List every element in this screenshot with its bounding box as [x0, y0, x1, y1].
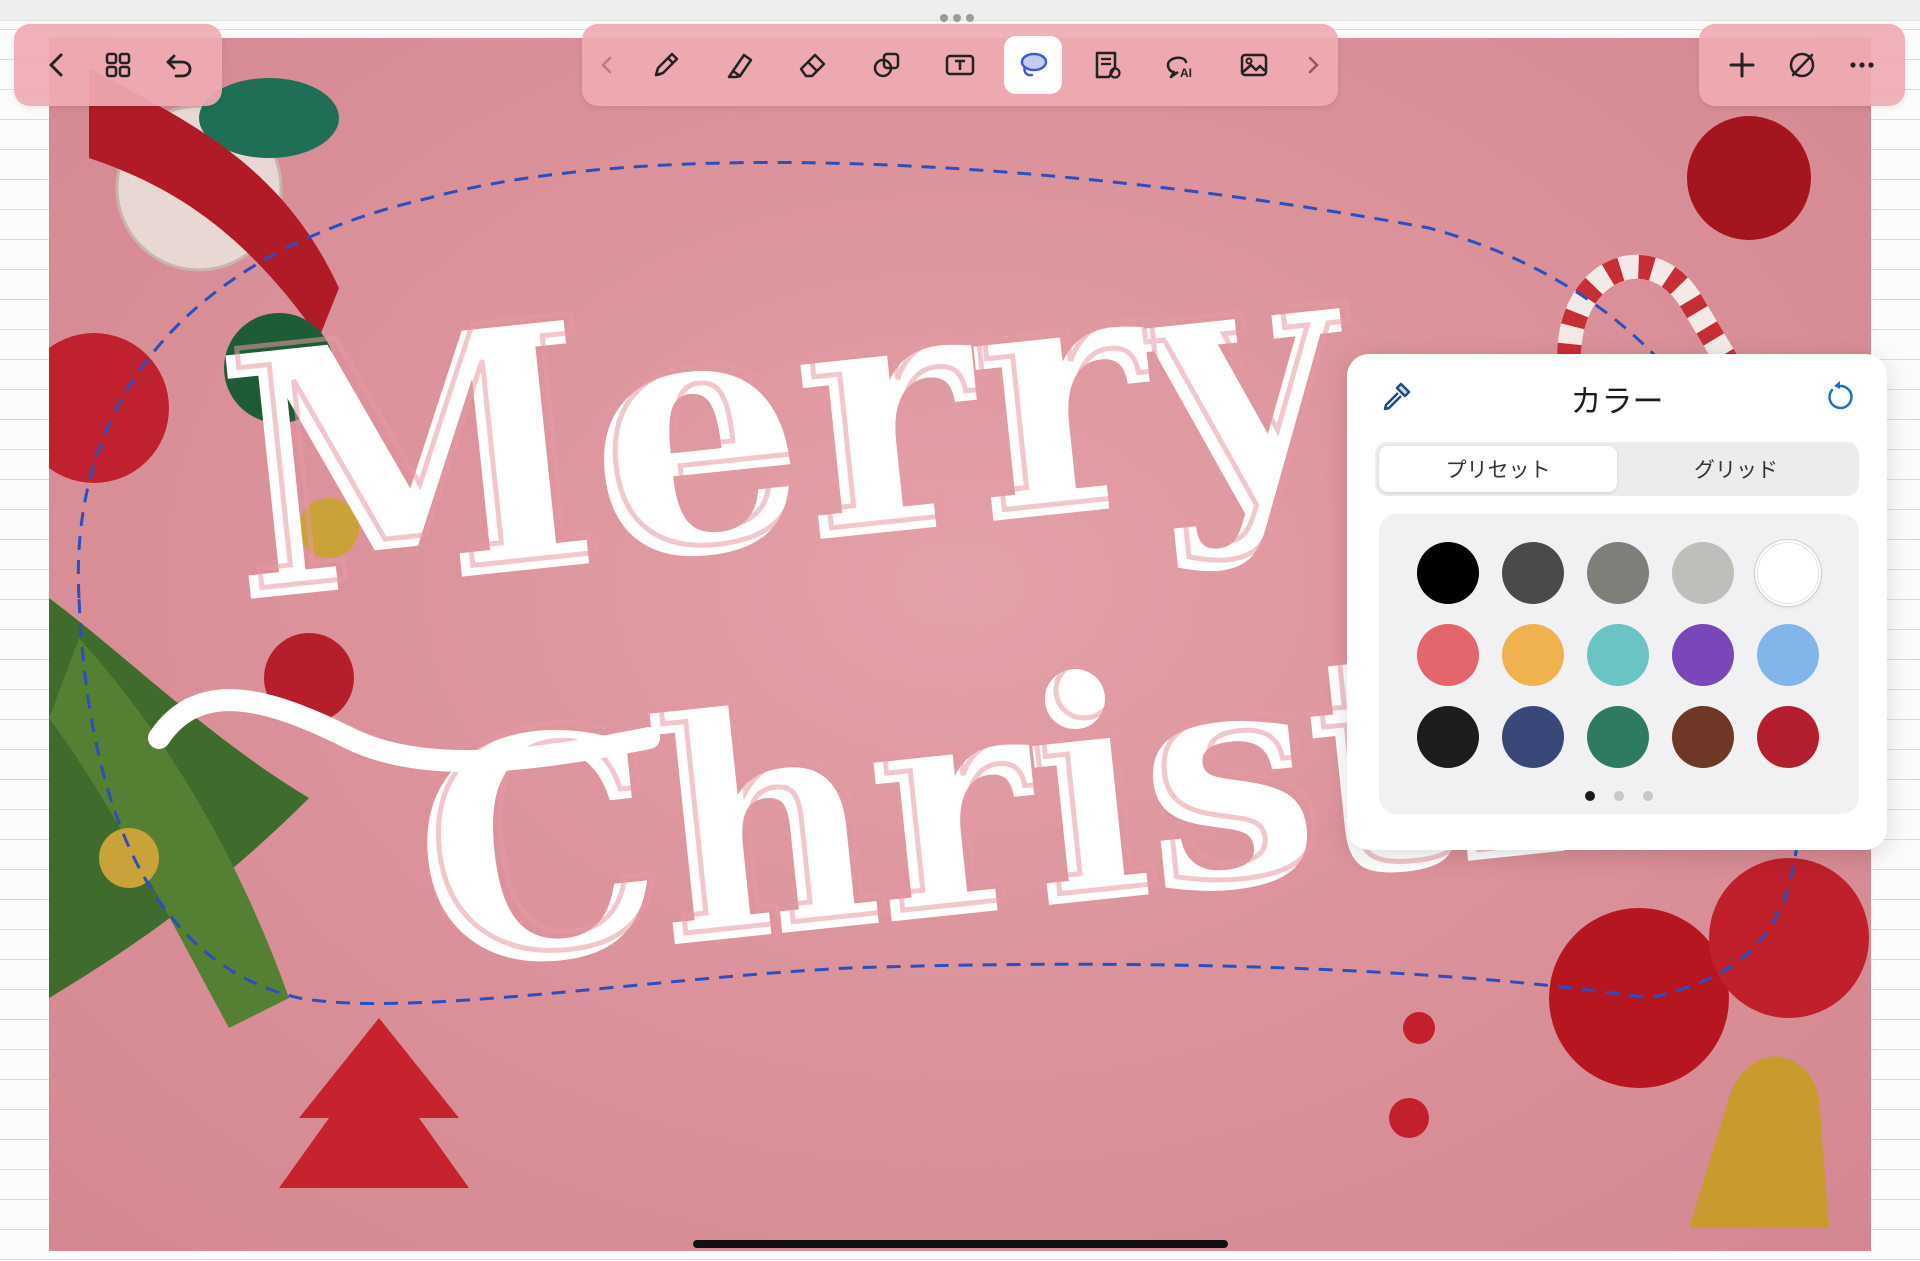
pen-tool-button[interactable]: [637, 36, 695, 94]
tab-grid[interactable]: グリッド: [1617, 446, 1855, 492]
swatch-area: [1379, 514, 1859, 814]
color-swatch[interactable]: [1757, 624, 1819, 686]
plus-icon: [1729, 52, 1755, 78]
back-button[interactable]: [28, 36, 86, 94]
shapes-tool-button[interactable]: [858, 36, 916, 94]
page-indicator: [1379, 791, 1859, 801]
color-swatch[interactable]: [1757, 542, 1819, 604]
more-icon: [1850, 62, 1874, 68]
image-tool-button[interactable]: [1225, 36, 1283, 94]
add-page-button[interactable]: [1713, 36, 1771, 94]
reset-icon: [1828, 381, 1853, 410]
color-panel: カラー プリセット グリッド: [1347, 354, 1887, 850]
window-grabber[interactable]: [940, 14, 974, 22]
pen-icon: [655, 52, 679, 77]
pencil-only-toggle-button[interactable]: [1773, 36, 1831, 94]
tools-scroll-left-button[interactable]: [592, 36, 622, 94]
lasso-icon: [1021, 52, 1048, 77]
grid-icon: [105, 52, 131, 78]
more-button[interactable]: [1833, 36, 1891, 94]
toolbar-left: [14, 24, 222, 106]
page-dot[interactable]: [1614, 791, 1624, 801]
chevron-right-icon: [1308, 56, 1319, 74]
highlighter-icon: [727, 53, 753, 79]
undo-button[interactable]: [150, 36, 208, 94]
svg-text:AI: AI: [1180, 66, 1192, 80]
color-swatch[interactable]: [1672, 624, 1734, 686]
toolbar-tools: AI: [582, 24, 1338, 106]
color-swatch[interactable]: [1587, 542, 1649, 604]
image-icon: [1240, 53, 1267, 77]
highlighter-tool-button[interactable]: [711, 36, 769, 94]
swatch-grid: [1417, 542, 1827, 768]
no-pen-icon: [1789, 52, 1815, 78]
ai-chat-tool-button[interactable]: AI: [1151, 36, 1209, 94]
ai-chat-icon: AI: [1166, 56, 1192, 80]
home-indicator: [693, 1240, 1228, 1248]
color-swatch[interactable]: [1672, 542, 1734, 604]
tab-preset[interactable]: プリセット: [1379, 446, 1617, 492]
tools-scroll-right-button[interactable]: [1298, 36, 1328, 94]
color-swatch[interactable]: [1417, 624, 1479, 686]
chevron-left-icon: [601, 56, 612, 74]
eraser-tool-button[interactable]: [784, 36, 842, 94]
color-swatch[interactable]: [1417, 542, 1479, 604]
color-panel-title: カラー: [1570, 384, 1664, 419]
eraser-icon: [799, 53, 826, 78]
page-dot[interactable]: [1585, 791, 1595, 801]
undo-icon: [166, 54, 192, 78]
text-tool-button[interactable]: [931, 36, 989, 94]
reset-colors-button[interactable]: [1820, 376, 1860, 416]
svg-text:Merry: Merry: [216, 163, 1374, 666]
shapes-icon: [873, 52, 899, 78]
text-box-icon: [945, 54, 975, 76]
chevron-left-icon: [49, 53, 63, 77]
color-swatch[interactable]: [1587, 706, 1649, 768]
color-swatch[interactable]: [1417, 706, 1479, 768]
sticky-note-tool-button[interactable]: [1078, 36, 1136, 94]
color-swatch[interactable]: [1757, 706, 1819, 768]
toolbar-right: [1699, 24, 1905, 106]
lasso-tool-button[interactable]: [1004, 36, 1063, 94]
color-swatch[interactable]: [1502, 706, 1564, 768]
color-swatch[interactable]: [1502, 542, 1564, 604]
color-swatch[interactable]: [1672, 706, 1734, 768]
color-swatch[interactable]: [1502, 624, 1564, 686]
pages-grid-button[interactable]: [89, 36, 147, 94]
page-dot[interactable]: [1643, 791, 1653, 801]
color-mode-segmented-control: プリセット グリッド: [1375, 442, 1859, 496]
color-swatch[interactable]: [1587, 624, 1649, 686]
sticky-note-icon: [1095, 51, 1121, 79]
